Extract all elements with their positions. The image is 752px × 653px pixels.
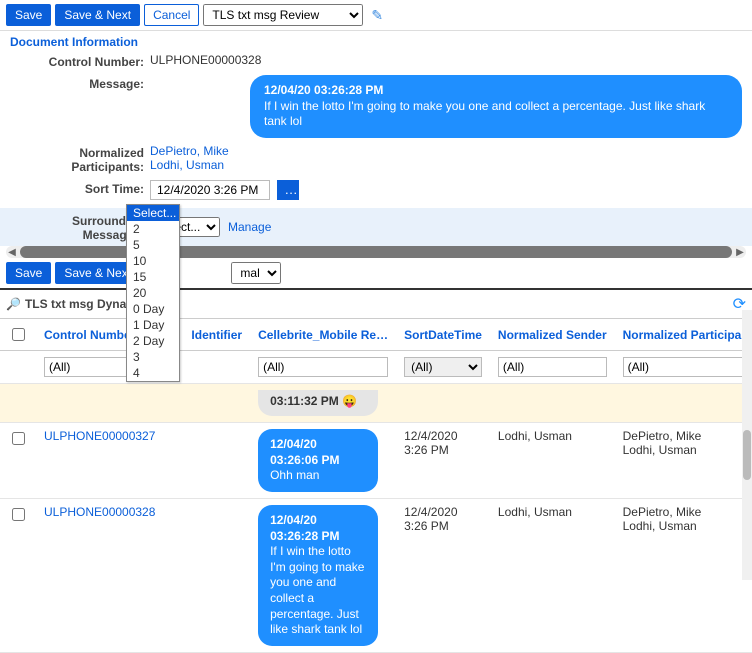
control-number-value: ULPHONE00000328 (150, 53, 742, 67)
row-sender: Lodhi, Usman (490, 423, 615, 499)
row-checkbox[interactable] (12, 432, 25, 445)
dropdown-option[interactable]: 3 (127, 349, 179, 365)
message-bubble-blue: 12/04/20 03:26:28 PM If I win the lotto … (258, 505, 378, 646)
grid-title-row: 🔎 TLS txt msg Dynamic ⟳ (0, 290, 752, 319)
sort-time-input[interactable] (150, 180, 270, 200)
row-msg-body: If I win the lotto I'm going to make you… (270, 544, 364, 636)
row-participants (615, 384, 752, 423)
select-all-header[interactable] (0, 319, 36, 351)
col-message[interactable]: Cellebrite_Mobile Re… (250, 319, 396, 351)
cancel-button[interactable]: Cancel (144, 4, 199, 26)
manage-link[interactable]: Manage (228, 220, 271, 234)
filter-participants[interactable] (623, 357, 752, 377)
dropdown-option[interactable]: 15 (127, 269, 179, 285)
table-row[interactable]: 03:11:32 PM 😛 (0, 384, 752, 423)
row-sortdate: 12/4/2020 3:26 PM (396, 499, 490, 653)
sort-time-label: Sort Time: (10, 180, 150, 196)
dropdown-option[interactable]: 2 Day (127, 333, 179, 349)
control-number-label: Control Number: (10, 53, 150, 69)
participants-label: Normalized Participants: (10, 144, 150, 174)
dropdown-option[interactable]: 10 (127, 253, 179, 269)
message-bubble: 12/04/20 03:26:28 PM If I win the lotto … (250, 75, 742, 138)
select-all-checkbox[interactable] (12, 328, 25, 341)
row-participants: DePietro, Mike Lodhi, Usman (615, 499, 752, 653)
col-sortdatetime[interactable]: SortDateTime (396, 319, 490, 351)
scroll-left-icon[interactable]: ◀ (6, 246, 18, 258)
results-grid: Control Number Identifier Cellebrite_Mob… (0, 319, 752, 653)
message-bubble-blue: 12/04/20 03:26:06 PM Ohh man (258, 429, 378, 492)
row-msg-timestamp: 03:11:32 PM (270, 394, 339, 408)
lower-toolbar: Save Save & Next Ca mal (0, 258, 752, 290)
dropdown-option[interactable]: 4 (127, 365, 179, 381)
magnifier-icon: 🔎 (6, 297, 21, 311)
filter-message[interactable] (258, 357, 388, 377)
message-body: If I win the lotto I'm going to make you… (264, 99, 705, 129)
lower-profile-select[interactable]: mal (231, 262, 281, 284)
row-control-number[interactable] (36, 384, 163, 423)
save-button-lower[interactable]: Save (6, 262, 51, 284)
sort-time-picker-button[interactable]: … (277, 180, 299, 200)
message-label: Message: (10, 75, 150, 91)
document-information-panel: Document Information Control Number: ULP… (0, 31, 752, 208)
dropdown-option[interactable]: 0 Day (127, 301, 179, 317)
dropdown-option[interactable]: Select... (127, 205, 179, 221)
row-msg-body: 😛 (342, 394, 357, 408)
grid-filter-row: (All) (0, 351, 752, 384)
document-information-title: Document Information (10, 35, 742, 49)
row-sender: Lodhi, Usman (490, 499, 615, 653)
surrounding-messages-dropdown-open[interactable]: Select... 2 5 10 15 20 0 Day 1 Day 2 Day… (126, 204, 180, 382)
row-msg-body: Ohh man (270, 468, 319, 482)
participant-link[interactable]: Lodhi, Usman (150, 158, 742, 172)
top-toolbar: Save Save & Next Cancel TLS txt msg Revi… (0, 0, 752, 31)
filter-sortdatetime[interactable]: (All) (404, 357, 482, 377)
participant-link[interactable]: DePietro, Mike (150, 144, 742, 158)
dropdown-option[interactable]: 2 (127, 221, 179, 237)
save-button[interactable]: Save (6, 4, 51, 26)
scroll-right-icon[interactable]: ▶ (734, 246, 746, 258)
grid-header-row: Control Number Identifier Cellebrite_Mob… (0, 319, 752, 351)
row-sortdate (396, 384, 490, 423)
row-msg-timestamp: 12/04/20 03:26:06 PM (270, 437, 366, 468)
edit-profile-icon[interactable]: ✎ (367, 7, 387, 24)
message-bubble-grey: 03:11:32 PM 😛 (258, 390, 378, 416)
dropdown-option[interactable]: 1 Day (127, 317, 179, 333)
surrounding-messages-row: Surrounding Messages: Select... Manage (0, 208, 752, 246)
vertical-scrollbar[interactable] (742, 310, 752, 580)
table-row[interactable]: ULPHONE00000327 12/04/20 03:26:06 PM Ohh… (0, 423, 752, 499)
row-sender (490, 384, 615, 423)
col-participants[interactable]: Normalized Participa… (615, 319, 752, 351)
row-sortdate: 12/4/2020 3:26 PM (396, 423, 490, 499)
filter-sender[interactable] (498, 357, 607, 377)
horizontal-scrollbar[interactable]: ◀ ▶ (6, 246, 746, 258)
row-control-number[interactable]: ULPHONE00000328 (36, 499, 163, 653)
dropdown-option[interactable]: 5 (127, 237, 179, 253)
dropdown-option[interactable]: 20 (127, 285, 179, 301)
vertical-scroll-thumb[interactable] (743, 430, 751, 480)
row-control-number[interactable]: ULPHONE00000327 (36, 423, 163, 499)
layout-profile-select[interactable]: TLS txt msg Review (203, 4, 363, 26)
row-checkbox[interactable] (12, 508, 25, 521)
message-timestamp: 12/04/20 03:26:28 PM (264, 83, 383, 97)
row-participants: DePietro, Mike Lodhi, Usman (615, 423, 752, 499)
row-msg-timestamp: 12/04/20 03:26:28 PM (270, 513, 366, 544)
col-sender[interactable]: Normalized Sender (490, 319, 615, 351)
table-row[interactable]: ULPHONE00000328 12/04/20 03:26:28 PM If … (0, 499, 752, 653)
save-next-button[interactable]: Save & Next (55, 4, 140, 26)
